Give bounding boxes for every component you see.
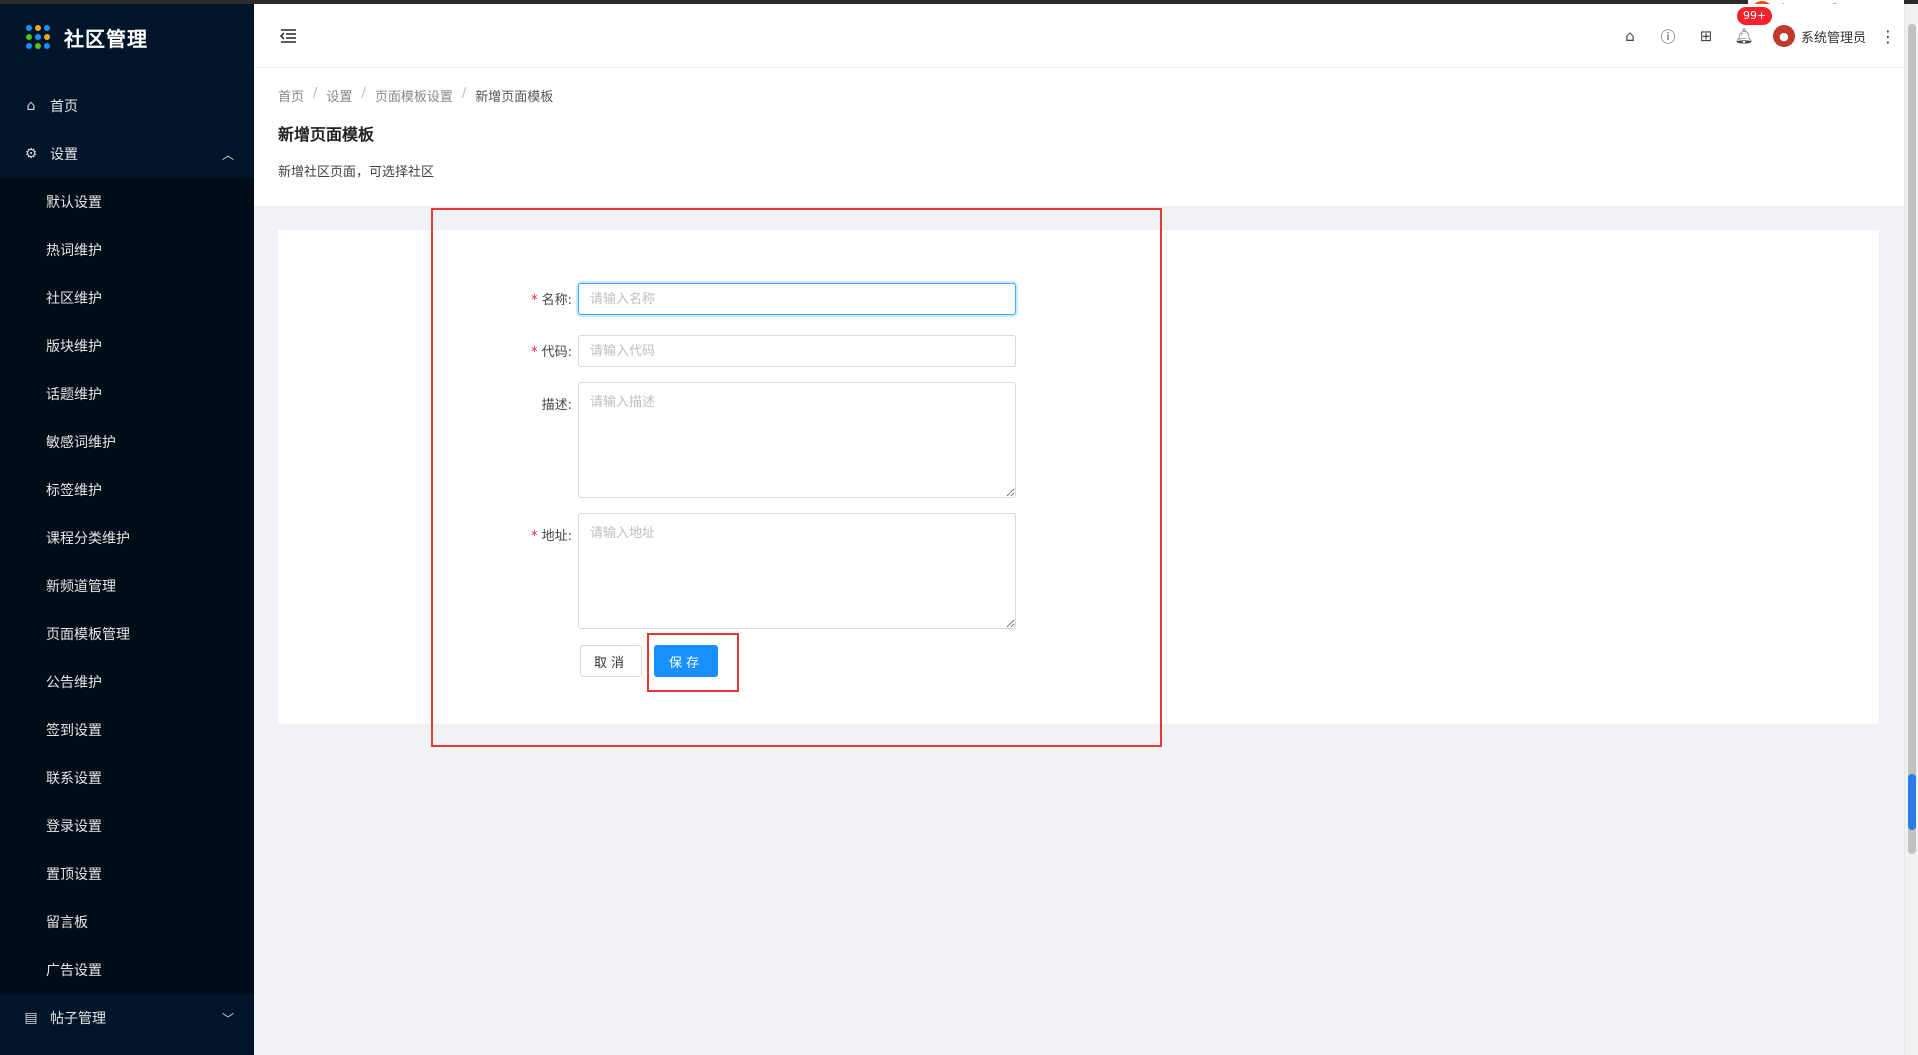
- sidebar-menu: ⌂ 首页 ⚙ 设置 ︿ 默认设置 热词维护 社区维护 版块维护 话题维护 敏感词…: [0, 82, 254, 1042]
- sidebar-item-label: 帖子管理: [50, 1011, 106, 1027]
- sidebar-item-tags[interactable]: 标签维护: [0, 466, 254, 514]
- breadcrumb-settings[interactable]: 设置: [326, 86, 352, 105]
- menu-fold-icon[interactable]: [278, 26, 298, 46]
- sidebar-item-home[interactable]: ⌂ 首页: [0, 82, 254, 130]
- breadcrumb-separator: /: [461, 86, 467, 101]
- sidebar: 社区管理 ⌂ 首页 ⚙ 设置 ︿ 默认设置 热词维护 社区维护 版块维护 话题维…: [0, 4, 254, 1055]
- annotation-box-form: [431, 208, 1162, 747]
- top-header: ⌂ ⓘ ⊞ 🔔︎ 99+ ● 系统管理员 ⋮: [254, 4, 1918, 68]
- sidebar-item-course-categories[interactable]: 课程分类维护: [0, 514, 254, 562]
- app-logo[interactable]: 社区管理: [0, 4, 254, 70]
- sidebar-item-hot-words[interactable]: 热词维护: [0, 226, 254, 274]
- page-title: 新增页面模板: [278, 125, 375, 144]
- sidebar-item-default-settings[interactable]: 默认设置: [0, 178, 254, 226]
- thermometer-icon: [1908, 774, 1916, 830]
- username[interactable]: 系统管理员: [1801, 27, 1866, 46]
- breadcrumb-current: 新增页面模板: [475, 90, 554, 105]
- gear-icon: ⚙: [24, 146, 38, 162]
- sidebar-item-posts[interactable]: ▤ 帖子管理 ﹀: [0, 994, 254, 1042]
- sidebar-item-topics[interactable]: 话题维护: [0, 370, 254, 418]
- sidebar-item-pinned[interactable]: 置顶设置: [0, 850, 254, 898]
- apps-icon[interactable]: ⊞: [1687, 27, 1725, 45]
- scrollbar-thumb[interactable]: [1908, 24, 1916, 854]
- breadcrumb-home[interactable]: 首页: [278, 86, 304, 105]
- chevron-down-icon: ﹀: [221, 1011, 234, 1026]
- sidebar-item-new-channel[interactable]: 新频道管理: [0, 562, 254, 610]
- sidebar-item-contact[interactable]: 联系设置: [0, 754, 254, 802]
- sidebar-item-settings[interactable]: ⚙ 设置 ︿: [0, 130, 254, 178]
- sidebar-item-sensitive-words[interactable]: 敏感词维护: [0, 418, 254, 466]
- home-icon[interactable]: ⌂: [1611, 27, 1649, 45]
- breadcrumb-separator: /: [361, 86, 366, 101]
- sidebar-item-message-board[interactable]: 留言板: [0, 898, 254, 946]
- sidebar-item-login[interactable]: 登录设置: [0, 802, 254, 850]
- avatar[interactable]: ●: [1772, 25, 1795, 47]
- help-icon[interactable]: ⓘ: [1649, 26, 1687, 47]
- sidebar-item-sections[interactable]: 版块维护: [0, 322, 254, 370]
- chevron-up-icon: ︿: [221, 147, 234, 162]
- breadcrumb: 首页 / 设置 / 页面模板设置 / 新增页面模板: [278, 86, 1904, 105]
- notification-badge: 99+: [1736, 7, 1773, 25]
- breadcrumb-page-template-settings[interactable]: 页面模板设置: [375, 86, 453, 105]
- page-header: 首页 / 设置 / 页面模板设置 / 新增页面模板 新增页面模板 新增社区页面，…: [254, 68, 1904, 206]
- breadcrumb-separator: /: [313, 86, 318, 101]
- sidebar-item-label: 设置: [50, 147, 78, 163]
- more-vertical-icon[interactable]: ⋮: [1880, 27, 1896, 46]
- sidebar-item-announcements[interactable]: 公告维护: [0, 658, 254, 706]
- sidebar-item-label: 首页: [50, 99, 78, 115]
- apps-grid-icon: [26, 25, 50, 49]
- document-icon: ▤: [24, 1010, 38, 1026]
- sidebar-item-page-templates[interactable]: 页面模板管理: [0, 610, 254, 658]
- sidebar-item-community[interactable]: 社区维护: [0, 274, 254, 322]
- page-description: 新增社区页面，可选择社区: [278, 165, 435, 180]
- home-icon: ⌂: [26, 98, 36, 114]
- page-scrollbar[interactable]: [1904, 4, 1918, 1055]
- header-actions: ⌂ ⓘ ⊞ 🔔︎ 99+ ● 系统管理员 ⋮: [1611, 4, 1918, 68]
- sidebar-item-ads[interactable]: 广告设置: [0, 946, 254, 994]
- bell-icon[interactable]: 🔔︎ 99+: [1725, 7, 1773, 45]
- app-title: 社区管理: [64, 26, 148, 51]
- settings-submenu: 默认设置 热词维护 社区维护 版块维护 话题维护 敏感词维护 标签维护 课程分类…: [0, 178, 254, 994]
- sidebar-item-checkin[interactable]: 签到设置: [0, 706, 254, 754]
- annotation-box-save: [647, 633, 739, 692]
